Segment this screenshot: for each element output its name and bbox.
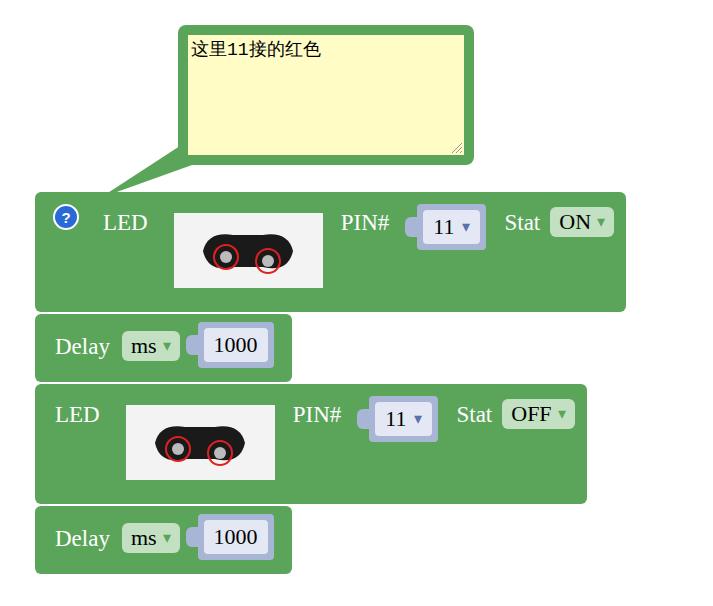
value-socket[interactable]: 11▾: [405, 204, 486, 250]
led-module-picture: [174, 213, 323, 288]
block-label: Delay: [55, 527, 110, 550]
delay-block[interactable]: Delay ms▾ 1000: [35, 314, 292, 382]
value-socket[interactable]: 1000: [186, 322, 274, 368]
delay-block[interactable]: Delay ms▾ 1000: [35, 506, 292, 574]
help-icon[interactable]: ?: [53, 204, 79, 230]
value-field[interactable]: 11▾: [423, 210, 480, 244]
dropdown[interactable]: ON▾: [550, 207, 614, 237]
pin-label: PIN#: [293, 403, 342, 426]
comment-text[interactable]: 这里11接的红色: [188, 35, 464, 155]
block-stack[interactable]: ? LED PIN# 11▾ Stat ON▾ Delay ms▾ 1000 LED PIN# 11▾…: [35, 192, 626, 574]
led-module-picture: [126, 405, 275, 480]
dropdown-arrow-icon: ▾: [163, 530, 171, 546]
dropdown-arrow-icon: ▾: [597, 214, 605, 230]
led-block[interactable]: LED PIN# 11▾ Stat OFF▾: [35, 384, 587, 504]
dropdown[interactable]: ms▾: [122, 523, 180, 553]
value-socket[interactable]: 11▾: [357, 396, 438, 442]
block-label: LED: [103, 211, 148, 234]
block-label: LED: [55, 403, 100, 426]
dropdown-arrow-icon: ▾: [462, 219, 470, 235]
value-field[interactable]: 1000: [204, 328, 268, 362]
block-label: Delay: [55, 335, 110, 358]
socket-tab: [186, 335, 198, 355]
comment-bubble[interactable]: 这里11接的红色: [178, 25, 474, 165]
dropdown-arrow-icon: ▾: [558, 406, 566, 422]
value-field[interactable]: 1000: [204, 520, 268, 554]
workspace: 这里11接的红色? LED PIN# 11▾ Stat ON▾ Delay ms▾ 1000 LE…: [0, 0, 713, 606]
led-block[interactable]: ? LED PIN# 11▾ Stat ON▾: [35, 192, 626, 312]
led-module-icon: [140, 413, 260, 473]
stat-label: Stat: [504, 211, 540, 234]
led-module-icon: [188, 221, 308, 281]
dropdown[interactable]: OFF▾: [502, 399, 574, 429]
dropdown[interactable]: ms▾: [122, 331, 180, 361]
resize-grip-icon[interactable]: [450, 141, 462, 153]
pin-label: PIN#: [341, 211, 390, 234]
value-field[interactable]: 11▾: [375, 402, 432, 436]
socket-tab: [357, 409, 369, 429]
dropdown-arrow-icon: ▾: [163, 338, 171, 354]
value-socket[interactable]: 1000: [186, 514, 274, 560]
stat-label: Stat: [456, 403, 492, 426]
dropdown-arrow-icon: ▾: [414, 411, 422, 427]
socket-tab: [186, 527, 198, 547]
socket-tab: [405, 217, 417, 237]
